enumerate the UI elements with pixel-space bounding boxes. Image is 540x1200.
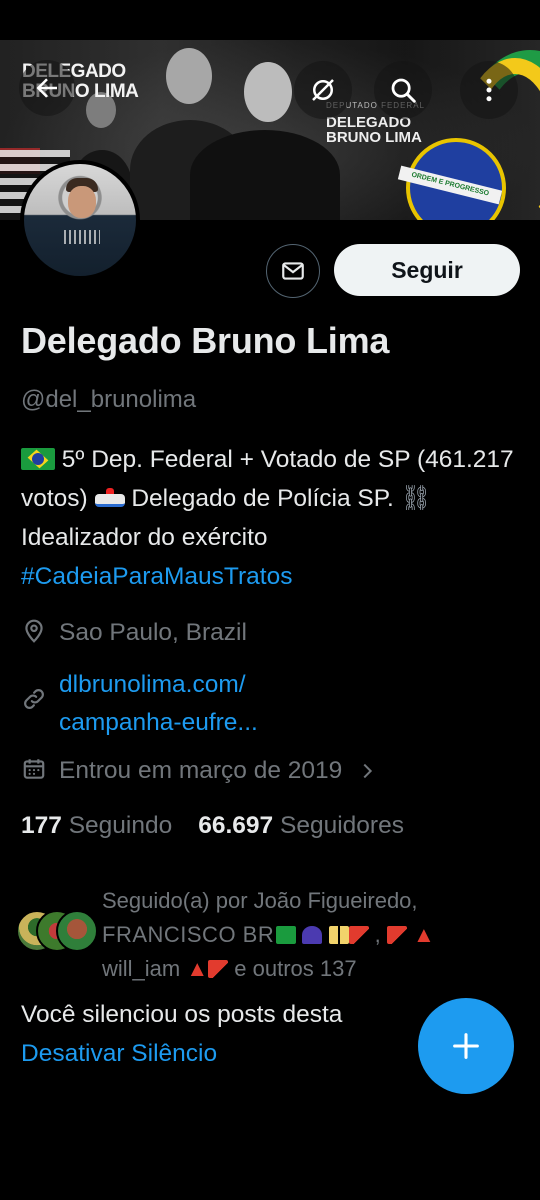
back-button[interactable] [19,60,75,116]
mute-button[interactable] [294,61,352,119]
banner-person-3 [190,130,340,220]
following-stat[interactable]: 177 Seguindo [21,812,172,839]
followers-stat[interactable]: 66.697 Seguidores [198,812,404,839]
follower-avatar-3 [56,910,98,952]
link-icon [24,689,44,709]
red-triangle-icon: ▲ [186,956,209,981]
follow-button[interactable]: Seguir [334,244,520,296]
more-options-button[interactable] [460,61,518,119]
followed-by-text: Seguido(a) por João Figueiredo, FRANCISC… [102,888,435,981]
red-triangle-icon: ▲ [412,922,435,947]
profile-handle: @del_brunolima [21,386,197,413]
hashtag-link[interactable]: #CadeiaParaMausTratos [21,563,292,590]
unmute-link[interactable]: Desativar Silêncio [21,1040,217,1068]
envelope-icon [282,262,304,280]
champagne-icon [328,926,349,944]
avatar-shirt-print [64,230,100,244]
banner-person-3-head [244,62,292,122]
search-button[interactable] [374,61,432,119]
banner-person-2-head [166,48,212,104]
profile-joined-date[interactable]: Entrou em março de 2019 [21,754,378,788]
search-icon [391,78,416,103]
red-flag-icon [208,960,229,978]
brazil-flag-icon [21,448,55,470]
more-vertical-icon [486,78,492,102]
brazil-flag-icon [276,926,297,944]
calendar-icon [23,759,45,779]
avatar-face [68,186,96,218]
profile-bio: 5º Dep. Federal + Votado de SP (461.217 … [21,446,514,590]
profile-website[interactable]: dlbrunolima.com/ campanha-eufre... [21,666,258,742]
police-car-icon [94,487,125,509]
profile-location: Sao Paulo, Brazil [21,616,247,650]
red-flag-icon [386,926,407,944]
mage-icon [302,926,323,944]
profile-avatar[interactable] [20,160,140,280]
compose-fab[interactable] [418,998,514,1094]
muted-notice: Você silenciou os posts desta [21,1001,343,1028]
profile-name: Delegado Bruno Lima [21,320,390,361]
status-bar [0,0,540,40]
location-pin-icon [25,619,43,643]
red-flag-icon [348,926,369,944]
followed-by-section[interactable]: Seguido(a) por João Figueiredo, FRANCISC… [16,884,526,984]
chevron-right-icon [363,763,373,779]
arrow-left-icon [36,78,57,98]
bell-slash-icon [312,79,334,101]
profile-stats: 177 Seguindo 66.697 Seguidores [21,812,404,840]
message-button[interactable] [266,244,320,298]
chain-icon: ⛓ [400,485,432,512]
plus-icon [453,1033,479,1059]
